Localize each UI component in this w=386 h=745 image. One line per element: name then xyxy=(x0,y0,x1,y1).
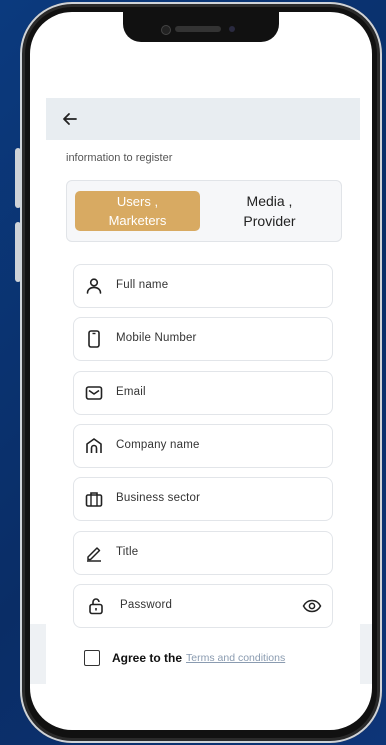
email-label: Email xyxy=(116,386,146,398)
title-label: Title xyxy=(116,546,139,558)
arrow-left-icon[interactable] xyxy=(60,109,80,129)
background-panel xyxy=(30,624,46,684)
camera-icon xyxy=(161,25,171,35)
company-name-field[interactable]: Company name xyxy=(73,424,333,468)
password-field[interactable]: Password xyxy=(73,584,333,628)
segment-users-marketers[interactable]: Users , Marketers xyxy=(75,191,200,231)
person-icon xyxy=(86,278,102,294)
briefcase-icon xyxy=(85,492,103,507)
intro-text: information to register xyxy=(66,152,173,164)
mobile-number-field[interactable]: Mobile Number xyxy=(73,317,333,361)
sensor-icon xyxy=(229,26,235,32)
account-type-toggle: Users , Marketers Media , Provider xyxy=(66,180,342,242)
speaker-grille xyxy=(175,26,221,32)
password-label: Password xyxy=(120,599,173,611)
segment-media-provider[interactable]: Media , Provider xyxy=(207,191,332,231)
eye-icon[interactable] xyxy=(302,596,322,616)
business-sector-label: Business sector xyxy=(116,492,201,504)
email-field[interactable]: Email xyxy=(73,371,333,415)
terms-link[interactable]: Terms and conditions xyxy=(186,652,285,664)
title-field[interactable]: Title xyxy=(73,531,333,575)
mail-icon xyxy=(85,386,103,400)
background-panel xyxy=(360,624,372,684)
agree-checkbox[interactable] xyxy=(84,650,100,666)
full-name-label: Full name xyxy=(116,279,169,291)
phone-notch xyxy=(123,12,279,42)
business-sector-field[interactable]: Business sector xyxy=(73,477,333,521)
building-icon xyxy=(86,438,102,453)
pen-icon xyxy=(87,547,101,562)
full-name-field[interactable]: Full name xyxy=(73,264,333,308)
agree-label: Agree to the xyxy=(112,651,183,665)
company-name-label: Company name xyxy=(116,439,200,451)
lock-icon xyxy=(89,598,103,615)
phone-icon xyxy=(88,330,100,348)
terms-agreement: Agree to the Terms and conditions xyxy=(84,648,285,668)
phone-screen: information to register Users , Marketer… xyxy=(30,12,372,730)
mobile-number-label: Mobile Number xyxy=(116,332,197,344)
app-header xyxy=(46,98,360,140)
